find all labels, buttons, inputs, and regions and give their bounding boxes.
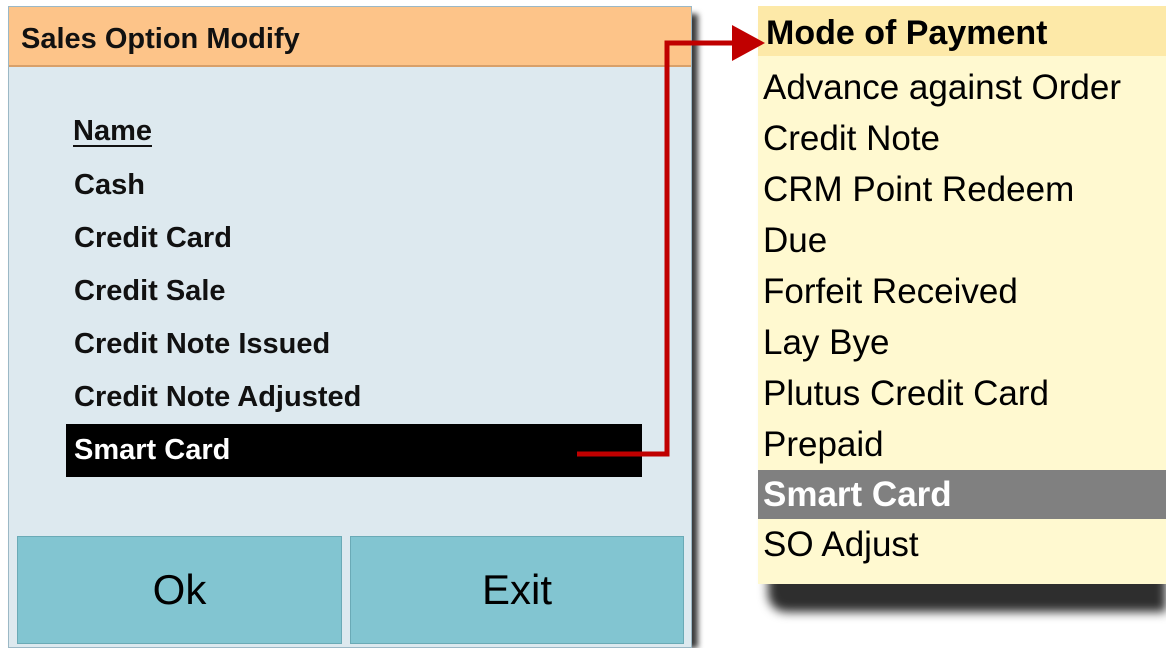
exit-button[interactable]: Exit <box>350 536 684 644</box>
dropdown-item[interactable]: Lay Bye <box>758 317 1166 368</box>
sales-option-list: Cash Credit Card Credit Sale Credit Note… <box>66 159 642 477</box>
mode-of-payment-dropdown: Mode of Payment Advance against Order Cr… <box>758 6 1166 584</box>
list-item[interactable]: Cash <box>66 159 642 212</box>
sales-option-modify-dialog: Sales Option Modify Name Cash Credit Car… <box>8 6 692 648</box>
payment-mode-list: Advance against Order Credit Note CRM Po… <box>758 62 1166 570</box>
list-item[interactable]: Credit Sale <box>66 265 642 318</box>
dialog-title: Sales Option Modify <box>9 7 691 67</box>
dropdown-item[interactable]: Advance against Order <box>758 62 1166 113</box>
list-item[interactable]: Credit Note Adjusted <box>66 371 642 424</box>
dropdown-item[interactable]: Due <box>758 215 1166 266</box>
dropdown-item[interactable]: Credit Note <box>758 113 1166 164</box>
dropdown-item[interactable]: Plutus Credit Card <box>758 368 1166 419</box>
list-item[interactable]: Credit Note Issued <box>66 318 642 371</box>
list-header-name: Name <box>73 115 152 147</box>
dropdown-item[interactable]: Forfeit Received <box>758 266 1166 317</box>
ok-button[interactable]: Ok <box>17 536 342 644</box>
dropdown-item[interactable]: CRM Point Redeem <box>758 164 1166 215</box>
dropdown-item[interactable]: SO Adjust <box>758 519 1166 570</box>
dropdown-header: Mode of Payment <box>758 6 1166 56</box>
list-item-selected[interactable]: Smart Card <box>66 424 642 477</box>
dropdown-item[interactable]: Prepaid <box>758 419 1166 470</box>
list-item[interactable]: Credit Card <box>66 212 642 265</box>
dropdown-item-selected[interactable]: Smart Card <box>758 470 1166 519</box>
